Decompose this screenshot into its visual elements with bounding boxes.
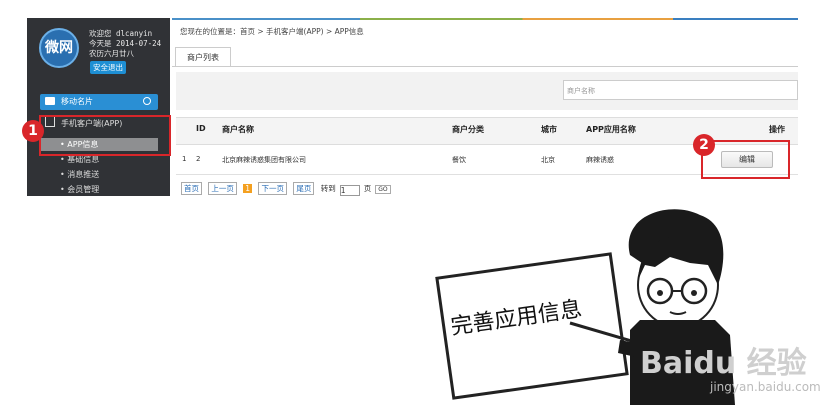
sidebar-item-label: 基础信息 [67, 155, 100, 164]
header-name: 商户名称 [222, 125, 254, 134]
lunar-date-text: 农历六月廿八 [89, 49, 134, 58]
sidebar-item-label: 消息推送 [67, 170, 100, 179]
pagination: 首页 上一页 1 下一页 尾页 转到 1 页 GO [181, 182, 395, 196]
search-input[interactable]: 商户名称 [563, 80, 798, 100]
page-input[interactable]: 1 [339, 185, 360, 196]
step-marker-1: 1 [22, 120, 44, 142]
row-id: 2 [196, 155, 201, 163]
menu-item-card[interactable]: 移动名片 [40, 94, 158, 110]
header-id: ID [196, 124, 206, 133]
prev-page-link[interactable]: 上一页 [208, 182, 237, 195]
menu-item-card-label: 移动名片 [61, 97, 93, 106]
logo: 微网 [39, 28, 79, 68]
header-city: 城市 [541, 125, 557, 134]
sidebar-item-label: 会员管理 [67, 185, 100, 194]
sidebar: 微网 欢迎您 dlcanyin 今天是 2014-07-24 农历六月廿八 安全… [27, 18, 170, 196]
sidebar-item-members[interactable]: • 会员管理 [60, 184, 99, 195]
tab-divider [172, 66, 798, 67]
goto-label: 转到 [320, 184, 336, 193]
row-city: 北京 [541, 156, 555, 164]
row-app-name: 麻辣诱惑 [586, 156, 614, 164]
chevron-icon [143, 97, 151, 105]
breadcrumb: 您现在的位置是：首页 > 手机客户端(APP) > APP信息 [180, 27, 364, 36]
row-category: 餐饮 [452, 156, 466, 164]
highlight-box-sidebar [39, 115, 171, 156]
row-index: 1 [182, 155, 187, 163]
first-page-link[interactable]: 首页 [181, 182, 202, 195]
watermark-url: jingyan.baidu.com [710, 380, 821, 394]
header-app-name: APP应用名称 [586, 125, 636, 134]
last-page-link[interactable]: 尾页 [293, 182, 315, 195]
header-action: 操作 [769, 125, 785, 134]
card-icon [45, 97, 55, 105]
current-page[interactable]: 1 [243, 184, 253, 193]
top-color-bar [172, 18, 798, 20]
step-marker-2: 2 [693, 134, 715, 156]
header-category: 商户分类 [452, 125, 484, 134]
watermark: Baidu 经验 [640, 346, 807, 381]
eye-right [691, 290, 697, 296]
next-page-link[interactable]: 下一页 [258, 182, 287, 195]
row-name: 北京麻辣诱惑集团有限公司 [222, 156, 306, 164]
sidebar-item-push[interactable]: • 消息推送 [60, 169, 99, 180]
go-button[interactable]: GO [375, 185, 391, 194]
tab-merchant-list[interactable]: 商户列表 [175, 47, 231, 67]
eye-left [657, 290, 663, 296]
logout-button[interactable]: 安全退出 [90, 61, 126, 74]
page-label: 页 [363, 184, 372, 193]
